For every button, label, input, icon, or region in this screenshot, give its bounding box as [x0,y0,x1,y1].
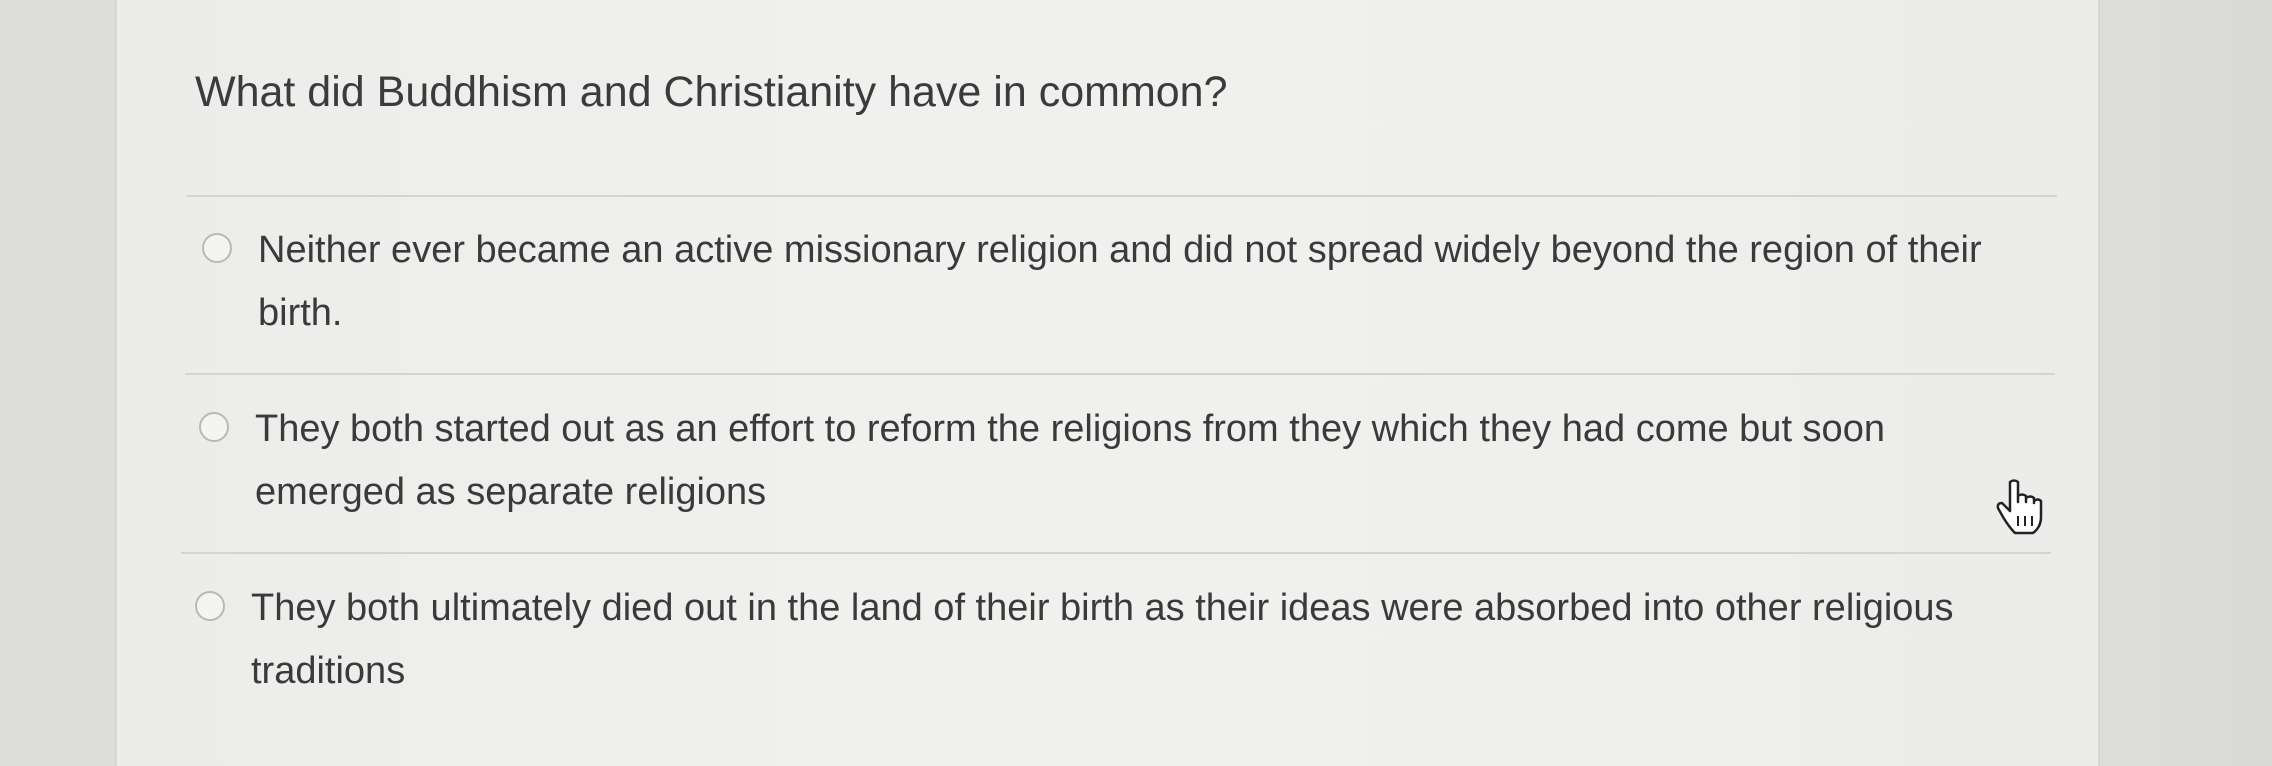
question-text: What did Buddhism and Christianity have … [195,68,1228,116]
divider [181,552,2051,554]
answer-option-1-text[interactable]: Neither ever became an active missionary… [258,219,1998,345]
question-card: What did Buddhism and Christianity have … [115,0,2100,766]
answer-option-1[interactable]: Neither ever became an active missionary… [202,219,1998,345]
divider [187,195,2057,197]
answer-option-3[interactable]: They both ultimately died out in the lan… [195,577,1991,703]
radio-button-3[interactable] [195,591,225,621]
hand-pointer-icon [1996,479,2043,535]
answer-option-2-text[interactable]: They both started out as an effort to re… [255,398,1995,524]
divider [185,373,2055,375]
radio-button-2[interactable] [199,412,229,442]
answer-option-3-text[interactable]: They both ultimately died out in the lan… [251,577,1991,703]
answer-option-2[interactable]: They both started out as an effort to re… [199,398,1995,524]
radio-button-1[interactable] [202,233,232,263]
